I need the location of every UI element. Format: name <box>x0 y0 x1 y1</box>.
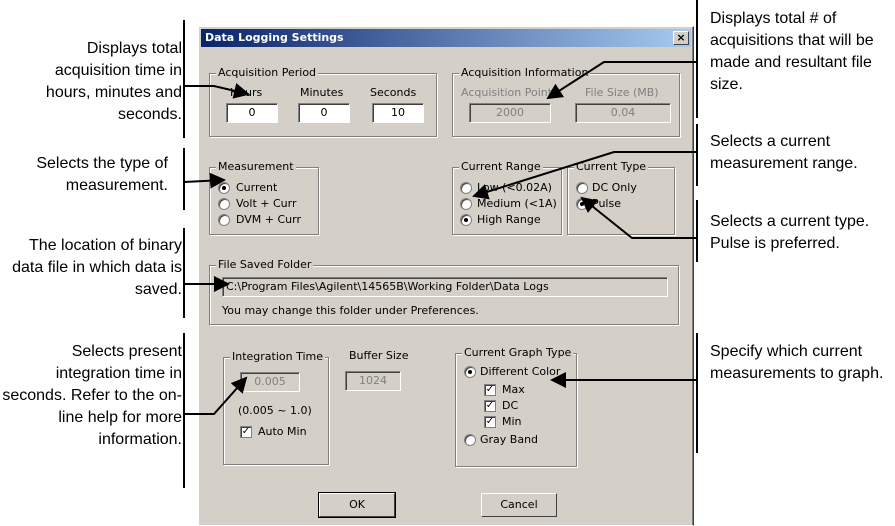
current-range-label: Current Range <box>459 160 543 173</box>
dc-checkbox[interactable]: ✓ <box>484 400 496 412</box>
callout-bar <box>183 333 185 488</box>
checkmark-icon: ✓ <box>241 426 251 437</box>
minutes-label: Minutes <box>300 86 344 99</box>
callout-acquisition-info: Displays total # of acquisitions that wi… <box>710 10 874 93</box>
current-type-label: Current Type <box>574 160 649 173</box>
file-size-label: File Size (MB) <box>585 86 659 99</box>
dc-label: DC <box>502 399 519 412</box>
radio-medium-range[interactable] <box>460 198 472 210</box>
callout-bar <box>696 333 698 453</box>
buffer-size-field: 1024 <box>345 371 401 391</box>
callout-bar <box>183 20 185 138</box>
seconds-input[interactable]: 10 <box>372 103 424 123</box>
integration-range-label: (0.005 ~ 1.0) <box>238 404 312 417</box>
file-size-field: 0.04 <box>575 103 671 123</box>
current-range-group: Current Range Low (<0.02A) Medium (<1A) … <box>452 160 562 235</box>
checkmark-icon: ✓ <box>485 400 495 411</box>
callout-bar <box>696 200 698 262</box>
file-saved-folder-label: File Saved Folder <box>216 258 314 271</box>
dialog-title: Data Logging Settings <box>205 31 344 44</box>
close-button[interactable]: × <box>673 31 689 45</box>
min-checkbox[interactable]: ✓ <box>484 416 496 428</box>
radio-high-range[interactable] <box>460 214 472 226</box>
integration-time-field: 0.005 <box>240 372 300 392</box>
checkmark-icon: ✓ <box>485 384 495 395</box>
radio-current[interactable] <box>218 182 230 194</box>
max-label: Max <box>502 383 525 396</box>
hours-input[interactable]: 0 <box>226 103 278 123</box>
radio-volt-curr-label: Volt + Curr <box>236 197 297 210</box>
callout-integration-time: Selects present integration time in seco… <box>2 343 182 448</box>
callout-bar <box>183 228 185 318</box>
folder-note: You may change this folder under Prefere… <box>222 304 479 317</box>
radio-current-label: Current <box>236 181 278 194</box>
current-graph-type-group: Current Graph Type Different Color ✓ Max… <box>455 346 577 467</box>
acquisition-information-group: Acquisition Information Acquisition Poin… <box>452 66 680 137</box>
callout-graph-type: Specify which current measurements to gr… <box>710 343 884 382</box>
radio-gray-band-label: Gray Band <box>480 433 539 446</box>
radio-pulse[interactable] <box>576 198 588 210</box>
acquisition-points-field: 2000 <box>469 103 551 123</box>
radio-volt-curr[interactable] <box>218 198 230 210</box>
acquisition-period-group: Acquisition Period Hours Minutes Seconds… <box>209 66 437 137</box>
acquisition-information-label: Acquisition Information <box>459 66 591 79</box>
radio-dvm-curr-label: DVM + Curr <box>236 213 302 226</box>
data-logging-settings-dialog: Data Logging Settings × Acquisition Peri… <box>198 26 694 526</box>
buffer-size-label: Buffer Size <box>349 349 409 362</box>
radio-dvm-curr[interactable] <box>218 214 230 226</box>
radio-dc-only-label: DC Only <box>592 181 637 194</box>
auto-min-label: Auto Min <box>258 425 307 438</box>
title-bar: Data Logging Settings × <box>201 29 691 47</box>
file-saved-folder-group: File Saved Folder C:\Program Files\Agile… <box>209 258 679 325</box>
hours-label: Hours <box>230 86 263 99</box>
checkmark-icon: ✓ <box>485 416 495 427</box>
measurement-label: Measurement <box>216 160 296 173</box>
callout-measurement-type: Selects the type of measurement. <box>36 155 168 194</box>
integration-time-label: Integration Time <box>230 350 326 363</box>
radio-medium-range-label: Medium (<1A) <box>477 197 557 210</box>
minutes-input[interactable]: 0 <box>298 103 350 123</box>
callout-bar <box>696 124 698 186</box>
min-label: Min <box>502 415 522 428</box>
measurement-group: Measurement Current Volt + Curr DVM + Cu… <box>209 160 319 235</box>
max-checkbox[interactable]: ✓ <box>484 384 496 396</box>
cancel-button[interactable]: Cancel <box>481 493 557 517</box>
radio-different-color-label: Different Color <box>480 365 561 378</box>
callout-bar <box>183 148 185 210</box>
radio-different-color[interactable] <box>464 366 476 378</box>
seconds-label: Seconds <box>370 86 417 99</box>
integration-time-group: Integration Time 0.005 (0.005 ~ 1.0) ✓ A… <box>223 350 329 465</box>
folder-path-field: C:\Program Files\Agilent\14565B\Working … <box>222 277 668 297</box>
acquisition-points-label: Acquisition Points <box>461 86 558 99</box>
auto-min-checkbox[interactable]: ✓ <box>240 426 252 438</box>
radio-low-range-label: Low (<0.02A) <box>477 181 552 194</box>
radio-low-range[interactable] <box>460 182 472 194</box>
ok-button[interactable]: OK <box>318 492 396 518</box>
radio-high-range-label: High Range <box>477 213 541 226</box>
callout-current-type: Selects a current type. Pulse is preferr… <box>710 213 870 252</box>
current-graph-type-label: Current Graph Type <box>462 346 574 359</box>
radio-gray-band[interactable] <box>464 434 476 446</box>
callout-bar <box>696 0 698 118</box>
radio-pulse-label: Pulse <box>592 197 621 210</box>
close-icon: × <box>676 31 686 44</box>
acquisition-period-label: Acquisition Period <box>216 66 319 79</box>
callout-current-range: Selects a current measurement range. <box>710 133 858 172</box>
radio-dc-only[interactable] <box>576 182 588 194</box>
callout-file-location: The location of binary data file in whic… <box>12 237 182 298</box>
callout-acquisition-time: Displays total acquisition time in hours… <box>45 40 182 123</box>
current-type-group: Current Type DC Only Pulse <box>567 160 675 235</box>
